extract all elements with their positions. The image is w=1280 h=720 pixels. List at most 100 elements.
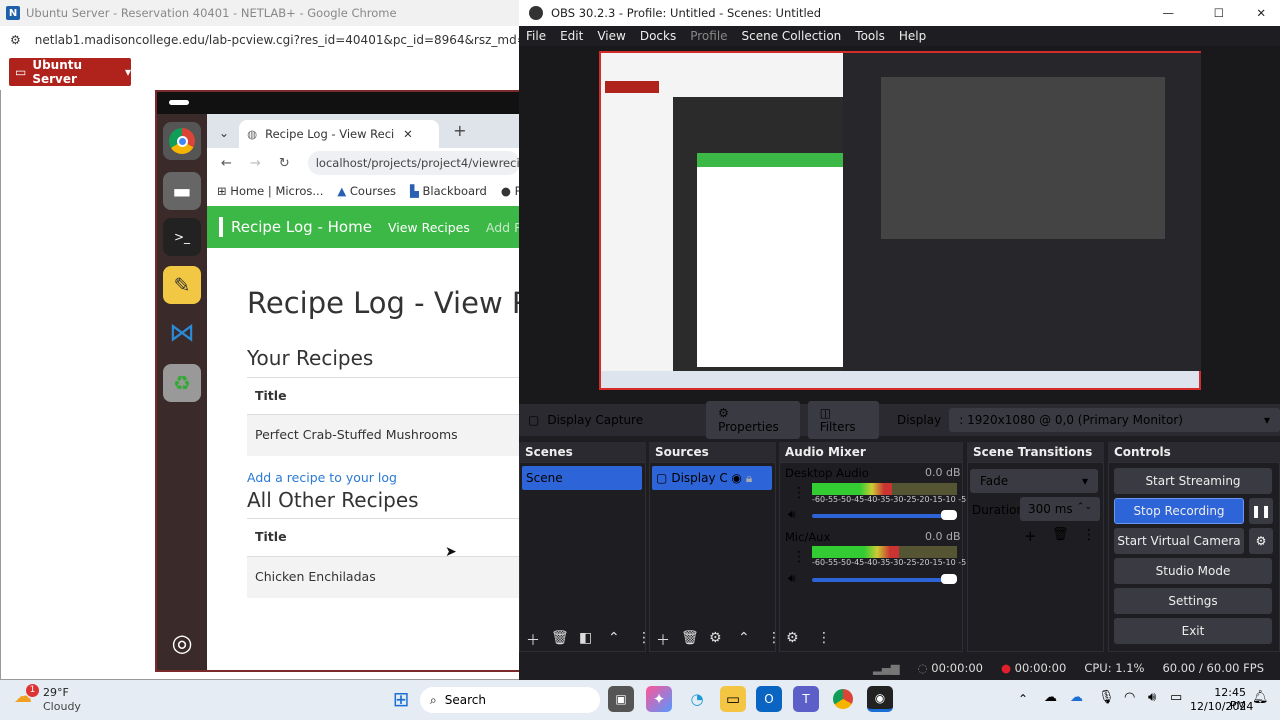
- taskbar-search[interactable]: ⌕ Search: [420, 687, 600, 713]
- reload-icon[interactable]: ↻: [279, 156, 290, 171]
- clock-date[interactable]: 12/10/2024: [1190, 700, 1253, 713]
- source-item[interactable]: ▢ Display Ca ◉ 🔒︎: [652, 466, 772, 490]
- mic-aux-menu-icon[interactable]: ⋮: [792, 549, 806, 565]
- add-transition-icon[interactable]: +: [1024, 527, 1037, 545]
- volume-icon[interactable]: 🔊︎: [1148, 690, 1156, 705]
- bookmark-1[interactable]: ▲ Courses: [337, 184, 396, 198]
- wifi-icon[interactable]: ◠: [1124, 690, 1135, 705]
- menu-profile[interactable]: Profile: [690, 29, 727, 43]
- filters-button[interactable]: ◫ Filters: [807, 401, 879, 439]
- start-virtual-camera-button[interactable]: Start Virtual Camera: [1114, 528, 1244, 554]
- menu-help[interactable]: Help: [899, 29, 926, 43]
- mic-aux-slider-handle[interactable]: [941, 574, 957, 584]
- back-icon[interactable]: ←: [221, 156, 232, 171]
- remove-scene-icon[interactable]: 🗑︎: [551, 630, 569, 646]
- menu-file[interactable]: File: [526, 29, 546, 43]
- ubuntu-server-button[interactable]: ▭ Ubuntu Server ▾: [9, 58, 131, 86]
- menu-tools[interactable]: Tools: [855, 29, 885, 43]
- lock-icon[interactable]: 🔒︎: [746, 471, 752, 485]
- text-editor-icon[interactable]: ✎: [163, 266, 201, 304]
- nav-brand[interactable]: Recipe Log - Home: [231, 218, 372, 236]
- bookmark-3[interactable]: ● PH: [501, 184, 520, 198]
- tab-menu-chevron-icon[interactable]: ⌄: [219, 126, 229, 140]
- menu-edit[interactable]: Edit: [560, 29, 583, 43]
- outlook-icon[interactable]: O: [756, 686, 782, 712]
- nav-view-recipes[interactable]: View Recipes: [388, 220, 470, 235]
- file-explorer-icon[interactable]: ▭: [720, 686, 746, 712]
- obs-taskbar-icon[interactable]: ◉: [867, 686, 893, 712]
- close-tab-icon[interactable]: ✕: [403, 127, 413, 141]
- battery-icon[interactable]: ▭: [1170, 690, 1182, 705]
- exit-button[interactable]: Exit: [1114, 618, 1272, 644]
- source-up-icon[interactable]: ⌃: [738, 630, 750, 646]
- ubuntu-apps-icon[interactable]: ◎: [163, 624, 201, 662]
- virtual-camera-settings-icon[interactable]: ⚙: [1249, 528, 1273, 554]
- duration-spinbox[interactable]: 300 ms ⌃⌄: [1020, 497, 1100, 521]
- tray-chevron-icon[interactable]: ⌃: [1018, 692, 1028, 706]
- source-properties-icon[interactable]: ⚙: [709, 630, 722, 646]
- add-source-icon[interactable]: ＋: [656, 630, 670, 650]
- remove-source-icon[interactable]: 🗑︎: [681, 630, 699, 646]
- start-streaming-button[interactable]: Start Streaming: [1114, 468, 1272, 494]
- scene-item[interactable]: Scene: [522, 466, 642, 490]
- menu-scene-collection[interactable]: Scene Collection: [742, 29, 842, 43]
- scene-filters-icon[interactable]: ◧: [579, 630, 592, 646]
- scene-transitions-header: Scene Transitions: [967, 442, 1104, 462]
- copilot-icon[interactable]: ✦: [646, 686, 672, 712]
- remote-tab[interactable]: ◍ Recipe Log - View Recipe ✕: [239, 120, 440, 148]
- visibility-eye-icon[interactable]: ◉: [731, 471, 741, 485]
- trash-icon[interactable]: ♻: [163, 364, 201, 402]
- teams-icon[interactable]: T: [793, 686, 819, 712]
- nav-add-recipe[interactable]: Add Re: [486, 220, 520, 235]
- add-recipe-link[interactable]: Add a recipe to your log: [247, 470, 397, 485]
- maximize-icon[interactable]: ☐: [1214, 6, 1224, 20]
- pause-recording-icon[interactable]: ❚❚: [1249, 498, 1273, 524]
- bookmark-2[interactable]: ▙ Blackboard: [410, 184, 487, 198]
- display-select[interactable]: : 1920x1080 @ 0,0 (Primary Monitor) ▾: [949, 408, 1280, 432]
- site-settings-icon[interactable]: ⚙: [10, 33, 21, 47]
- chrome-app-icon[interactable]: [163, 122, 201, 160]
- properties-button[interactable]: ⚙ Properties: [706, 401, 800, 439]
- notification-bell-icon[interactable]: 🔔︎: [1252, 690, 1269, 705]
- onedrive-icon[interactable]: ☁: [1044, 690, 1057, 705]
- desktop-audio-slider-handle[interactable]: [941, 510, 957, 520]
- vscode-app-icon[interactable]: ⋈: [163, 314, 201, 352]
- scene-menu-icon[interactable]: ⋮: [637, 630, 651, 646]
- chrome-taskbar-icon[interactable]: [830, 686, 856, 712]
- transition-menu-icon[interactable]: ⋮: [1082, 527, 1096, 543]
- microphone-icon[interactable]: 🎙︎: [1098, 690, 1115, 705]
- new-tab-icon[interactable]: +: [453, 121, 466, 140]
- transition-select[interactable]: Fade ▾: [970, 469, 1098, 493]
- desktop-audio-menu-icon[interactable]: ⋮: [792, 485, 806, 501]
- chrome-url[interactable]: netlab1.madisoncollege.edu/lab-pcview.cg…: [35, 33, 520, 47]
- audio-settings-icon[interactable]: ⚙: [786, 630, 799, 646]
- chrome-address-bar[interactable]: ⚙ netlab1.madisoncollege.edu/lab-pcview.…: [0, 26, 520, 54]
- studio-mode-button[interactable]: Studio Mode: [1114, 558, 1272, 584]
- audio-menu-icon[interactable]: ⋮: [817, 630, 831, 646]
- minimize-icon[interactable]: —: [1163, 6, 1175, 20]
- edge-icon[interactable]: ◔: [684, 686, 710, 712]
- source-menu-icon[interactable]: ⋮: [767, 630, 781, 646]
- menu-view[interactable]: View: [597, 29, 625, 43]
- files-app-icon[interactable]: ▬: [163, 172, 201, 210]
- windows-start-icon[interactable]: ⊞: [388, 686, 414, 712]
- add-scene-icon[interactable]: ＋: [526, 630, 540, 650]
- preview-capture[interactable]: [599, 51, 1201, 390]
- forward-icon[interactable]: →: [250, 156, 261, 171]
- terminal-app-icon[interactable]: >_: [163, 218, 201, 256]
- stop-recording-button[interactable]: Stop Recording: [1114, 498, 1244, 524]
- desktop-audio-slider[interactable]: [812, 514, 957, 518]
- speaker-icon[interactable]: 🔊︎: [788, 571, 796, 586]
- spin-arrows-icon[interactable]: ⌃⌄: [1077, 502, 1092, 516]
- scene-up-icon[interactable]: ⌃: [608, 630, 620, 646]
- menu-docks[interactable]: Docks: [640, 29, 676, 43]
- speaker-icon[interactable]: 🔊︎: [788, 507, 796, 522]
- bookmark-0[interactable]: ⊞ Home | Micros...: [217, 184, 323, 198]
- mic-aux-slider[interactable]: [812, 578, 957, 582]
- settings-button[interactable]: Settings: [1114, 588, 1272, 614]
- network-cloud-icon[interactable]: ☁: [1070, 690, 1083, 705]
- remote-url-input[interactable]: localhost/projects/project4/viewrecipes.: [307, 151, 520, 175]
- remove-transition-icon[interactable]: 🗑︎: [1052, 527, 1069, 542]
- task-view-icon[interactable]: ▣: [608, 686, 634, 712]
- close-icon[interactable]: ✕: [1256, 6, 1266, 20]
